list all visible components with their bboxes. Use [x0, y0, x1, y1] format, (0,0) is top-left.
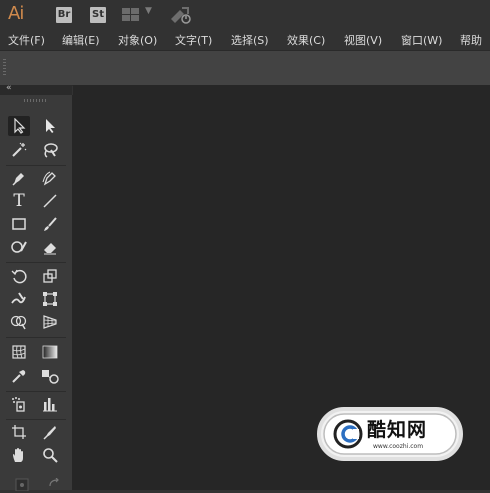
watermark: 酷知网 www.coozhi.com	[315, 405, 465, 463]
scale-tool-icon[interactable]	[39, 266, 61, 286]
gradient-tool-icon[interactable]	[39, 342, 61, 362]
tool-separator	[6, 391, 66, 392]
mesh-tool-icon[interactable]	[8, 342, 30, 362]
column-graph-tool-icon[interactable]	[39, 394, 61, 414]
app-logo: Ai	[8, 3, 24, 24]
shape-builder-tool-icon[interactable]	[8, 312, 30, 332]
tool-separator	[6, 337, 66, 338]
perspective-grid-tool-icon[interactable]	[39, 312, 61, 332]
tool-separator	[6, 262, 66, 263]
menu-edit[interactable]: 编辑(E)	[62, 32, 100, 48]
title-bar: Ai Br St ▼	[0, 0, 490, 29]
slice-tool-icon[interactable]	[39, 422, 61, 442]
lasso-tool-icon[interactable]	[39, 140, 61, 160]
swap-fill-stroke-icon[interactable]	[44, 473, 66, 493]
eyedropper-tool-icon[interactable]	[8, 366, 30, 386]
eraser-tool-icon[interactable]	[39, 237, 61, 257]
direct-selection-tool-icon[interactable]	[39, 116, 61, 136]
pen-tool-icon[interactable]	[8, 168, 30, 188]
chevron-down-icon[interactable]: ▼	[145, 6, 152, 16]
symbol-sprayer-tool-icon[interactable]	[8, 394, 30, 414]
type-tool-icon[interactable]: T	[8, 191, 30, 211]
arrange-documents-icon[interactable]	[122, 8, 139, 21]
bridge-button[interactable]: Br	[56, 7, 72, 23]
free-transform-tool-icon[interactable]	[39, 289, 61, 309]
menu-bar: 文件(F) 编辑(E) 对象(O) 文字(T) 选择(S) 效果(C) 视图(V…	[0, 29, 490, 49]
watermark-url: www.coozhi.com	[373, 443, 424, 450]
magic-wand-tool-icon[interactable]	[8, 140, 30, 160]
type-tool-glyph: T	[13, 191, 25, 211]
menu-object[interactable]: 对象(O)	[118, 32, 157, 48]
rotate-tool-icon[interactable]	[8, 266, 30, 286]
menu-help[interactable]: 帮助	[460, 32, 482, 48]
paintbrush-tool-icon[interactable]	[39, 214, 61, 234]
fill-stroke-swatch-icon[interactable]	[11, 473, 33, 493]
menu-file[interactable]: 文件(F)	[8, 32, 45, 48]
zoom-tool-icon[interactable]	[39, 445, 61, 465]
warp-tool-icon[interactable]	[8, 289, 30, 309]
line-segment-tool-icon[interactable]	[39, 191, 61, 211]
watermark-brand: 酷知网	[367, 419, 428, 441]
stock-button[interactable]: St	[90, 7, 106, 23]
control-bar-grip[interactable]	[3, 59, 6, 75]
tool-separator	[6, 419, 66, 420]
menu-window[interactable]: 窗口(W)	[401, 32, 442, 48]
curvature-tool-icon[interactable]	[39, 168, 61, 188]
shaper-tool-icon[interactable]	[8, 237, 30, 257]
tools-panel: T	[0, 95, 73, 493]
tools-panel-header: «	[0, 83, 72, 95]
selection-tool-icon[interactable]	[8, 116, 30, 136]
hand-tool-icon[interactable]	[8, 445, 30, 465]
menu-select[interactable]: 选择(S)	[231, 32, 269, 48]
menu-type[interactable]: 文字(T)	[175, 32, 212, 48]
tool-separator	[6, 165, 66, 166]
tools-panel-grip[interactable]	[24, 99, 46, 102]
control-bar	[0, 50, 490, 86]
collapse-panel-icon[interactable]: «	[6, 83, 12, 93]
menu-effect[interactable]: 效果(C)	[287, 32, 325, 48]
rectangle-tool-icon[interactable]	[8, 214, 30, 234]
gpu-performance-icon[interactable]	[168, 5, 194, 25]
blend-tool-icon[interactable]	[39, 366, 61, 386]
menu-view[interactable]: 视图(V)	[344, 32, 382, 48]
artboard-tool-icon[interactable]	[8, 422, 30, 442]
